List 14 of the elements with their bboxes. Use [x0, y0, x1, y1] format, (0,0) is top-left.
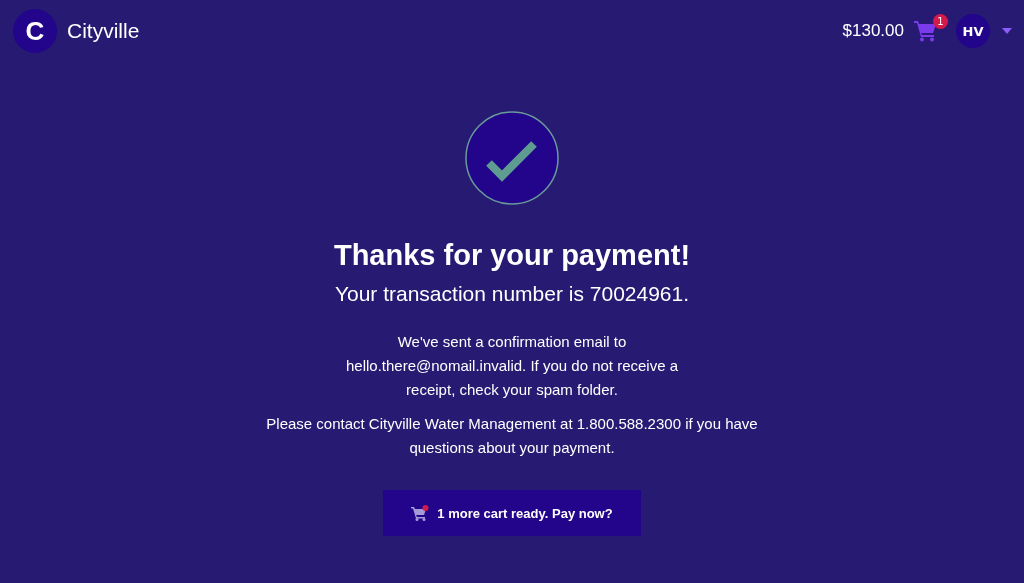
transaction-number: Your transaction number is 70024961. [334, 282, 690, 306]
pay-now-button[interactable]: 1 more cart ready. Pay now? [383, 490, 641, 536]
cart-icon[interactable] [914, 20, 938, 42]
logo-icon[interactable]: C [13, 9, 57, 53]
email-note: We've sent a confirmation email to hello.there@nomail.invalid. If you do not receive a receipt, check your spam folder. [344, 332, 680, 400]
confirmation-title: Thanks for your payment! [333, 239, 691, 272]
cart-icon [411, 505, 430, 521]
caret-icon[interactable] [1002, 28, 1012, 34]
user-avatar[interactable]: HV [956, 14, 990, 48]
cart-total: $130.00 [842, 21, 904, 41]
contact-note: Please contact Cityville Water Management at 1.800.588.2300 if you have questions about your payment. [265, 414, 759, 458]
brand-name: Cityville [67, 19, 140, 43]
cart-count-badge: 1 [933, 14, 948, 29]
checkmark-icon [465, 111, 559, 205]
